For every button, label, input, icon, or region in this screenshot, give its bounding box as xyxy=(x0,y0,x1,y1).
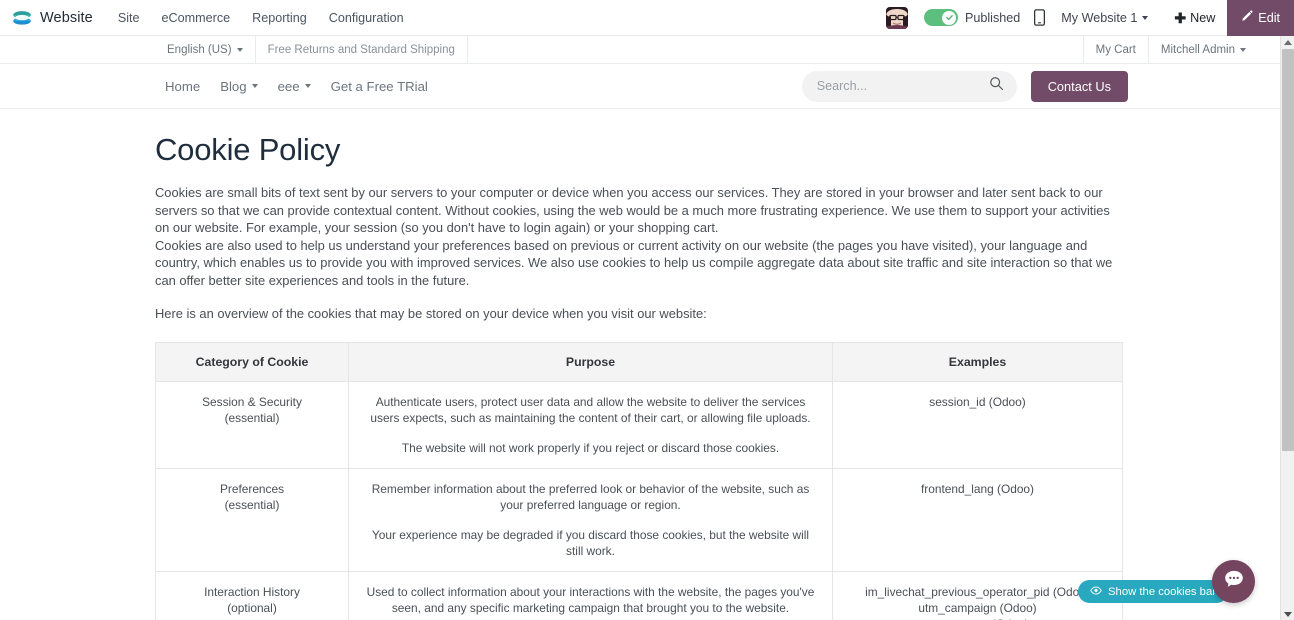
site-utility-bar-right: My Cart Mitchell Admin xyxy=(1082,36,1258,63)
nav-item-free-trial[interactable]: Get a Free TRial xyxy=(321,79,438,94)
language-selector[interactable]: English (US) xyxy=(155,36,256,63)
policy-paragraph-3: Here is an overview of the cookies that … xyxy=(155,305,707,321)
backend-menu: Site eCommerce Reporting Configuration xyxy=(107,6,415,30)
publish-knob xyxy=(942,10,957,25)
cell-examples: session_id (Odoo) xyxy=(832,381,1123,470)
table-row: Session & Security (essential) Authentic… xyxy=(155,381,1123,470)
table-row: Interaction History (optional) Used to c… xyxy=(155,571,1123,620)
page-title: Cookie Policy xyxy=(155,132,341,167)
pencil-icon xyxy=(1241,10,1253,25)
contact-us-button[interactable]: Contact Us xyxy=(1030,70,1128,102)
promo-text: Free Returns and Standard Shipping xyxy=(256,36,468,63)
site-header-right: Contact Us xyxy=(801,70,1128,102)
cell-examples: frontend_lang (Odoo) xyxy=(832,468,1123,573)
policy-paragraph-1: Cookies are small bits of text sent by o… xyxy=(155,185,1110,236)
purpose-text-1: Authenticate users, protect user data an… xyxy=(370,395,811,426)
vertical-scrollbar[interactable] xyxy=(1280,36,1294,620)
category-type: (optional) xyxy=(227,601,277,616)
nav-item-blog[interactable]: Blog xyxy=(210,79,267,94)
policy-paragraph-2: Cookies are also used to help us underst… xyxy=(155,237,1113,288)
chevron-down-icon xyxy=(1240,47,1246,52)
mobile-phone-icon[interactable] xyxy=(1034,9,1046,26)
cell-purpose: Used to collect information about your i… xyxy=(348,571,833,620)
purpose-text-1: Used to collect information about your i… xyxy=(366,585,815,616)
purpose-text-1: Remember information about the preferred… xyxy=(371,482,810,513)
search-icon[interactable] xyxy=(989,76,1004,96)
publish-switch[interactable] xyxy=(923,9,958,26)
cell-purpose: Remember information about the preferred… xyxy=(348,468,833,573)
purpose-text-2: The website will not work properly if yo… xyxy=(401,441,780,456)
category-name: Session & Security xyxy=(202,395,302,410)
new-button-label: New xyxy=(1190,10,1216,25)
category-type: (essential) xyxy=(224,498,280,513)
cell-category: Session & Security (essential) xyxy=(155,381,349,470)
user-menu-label: Mitchell Admin xyxy=(1160,43,1235,56)
example-item: utm_source (Odoo) xyxy=(847,616,1108,620)
chat-bubble-icon xyxy=(1223,568,1245,595)
page-content: Cookie Policy Cookies are small bits of … xyxy=(0,109,1280,620)
category-name: Interaction History xyxy=(204,585,300,600)
site-utility-bar-left: English (US) Free Returns and Standard S… xyxy=(155,36,468,63)
scroll-down-arrow-icon[interactable] xyxy=(1281,608,1294,620)
odoo-navbar: Website Site eCommerce Reporting Configu… xyxy=(0,0,1294,36)
chevron-down-icon xyxy=(251,84,258,88)
chevron-down-icon xyxy=(236,47,243,52)
site-selector-label: My Website 1 xyxy=(1061,10,1138,25)
column-header-category: Category of Cookie xyxy=(155,342,349,383)
scroll-up-arrow-icon[interactable] xyxy=(1281,36,1294,48)
example-item: utm_campaign (Odoo) xyxy=(918,601,1037,616)
show-cookies-bar-button[interactable]: Show the cookies bar xyxy=(1078,580,1229,603)
edit-button-label: Edit xyxy=(1258,10,1280,25)
cookie-table: Category of Cookie Purpose Examples Sess… xyxy=(155,342,1123,620)
scrollbar-thumb[interactable] xyxy=(1282,49,1294,451)
publish-toggle[interactable]: Published xyxy=(923,9,1021,26)
site-main-nav: Home Blog eee Get a Free TRial xyxy=(155,79,438,94)
menu-item-reporting[interactable]: Reporting xyxy=(241,6,318,30)
nav-item-eee-label: eee xyxy=(277,78,300,94)
edit-button[interactable]: Edit xyxy=(1227,0,1294,36)
avatar[interactable] xyxy=(885,6,908,29)
cell-category: Interaction History (optional) xyxy=(155,571,349,620)
nav-item-eee[interactable]: eee xyxy=(268,79,321,94)
cell-category: Preferences (essential) xyxy=(155,468,349,573)
site-utility-bar: English (US) Free Returns and Standard S… xyxy=(0,36,1280,64)
table-header-row: Category of Cookie Purpose Examples xyxy=(155,342,1123,383)
publish-label: Published xyxy=(964,10,1021,25)
category-name: Preferences xyxy=(219,482,285,497)
new-button[interactable]: ✚ New xyxy=(1162,0,1227,36)
app-name: Website xyxy=(40,9,93,26)
nav-item-blog-label: Blog xyxy=(220,78,247,94)
odoo-website-logo-icon xyxy=(12,8,32,28)
menu-item-site[interactable]: Site xyxy=(107,6,151,30)
chat-bubble-button[interactable] xyxy=(1212,560,1255,603)
user-menu[interactable]: Mitchell Admin xyxy=(1149,36,1258,63)
menu-item-ecommerce[interactable]: eCommerce xyxy=(151,6,242,30)
menu-item-configuration[interactable]: Configuration xyxy=(318,6,415,30)
site-header: Home Blog eee Get a Free TRial Contact U… xyxy=(0,64,1280,109)
nav-item-home-label: Home xyxy=(165,78,201,94)
column-header-purpose: Purpose xyxy=(348,342,833,383)
my-cart-link[interactable]: My Cart xyxy=(1082,36,1149,63)
nav-item-free-trial-label: Get a Free TRial xyxy=(330,78,428,94)
cell-purpose: Authenticate users, protect user data an… xyxy=(348,381,833,470)
chevron-down-icon xyxy=(304,84,311,88)
nav-item-home[interactable]: Home xyxy=(155,79,210,94)
search-box[interactable] xyxy=(801,70,1017,102)
navbar-right: Published My Website 1 ✚ New Edit xyxy=(885,0,1294,36)
eye-icon xyxy=(1090,585,1102,598)
show-cookies-bar-label: Show the cookies bar xyxy=(1108,585,1217,598)
chevron-down-icon xyxy=(1142,15,1149,20)
example-item: im_livechat_previous_operator_pid (Odoo) xyxy=(865,585,1090,600)
column-header-examples: Examples xyxy=(832,342,1123,383)
plus-icon: ✚ xyxy=(1174,9,1187,26)
example-item: frontend_lang (Odoo) xyxy=(920,482,1035,497)
search-input[interactable] xyxy=(814,78,983,94)
site-selector[interactable]: My Website 1 xyxy=(1061,10,1149,25)
purpose-text-2: Your experience may be degraded if you d… xyxy=(371,528,810,559)
table-row: Preferences (essential) Remember informa… xyxy=(155,468,1123,573)
example-item: session_id (Odoo) xyxy=(929,395,1026,410)
language-selector-label: English (US) xyxy=(167,43,232,56)
category-type: (essential) xyxy=(224,411,280,426)
brand-block[interactable]: Website xyxy=(0,8,93,28)
